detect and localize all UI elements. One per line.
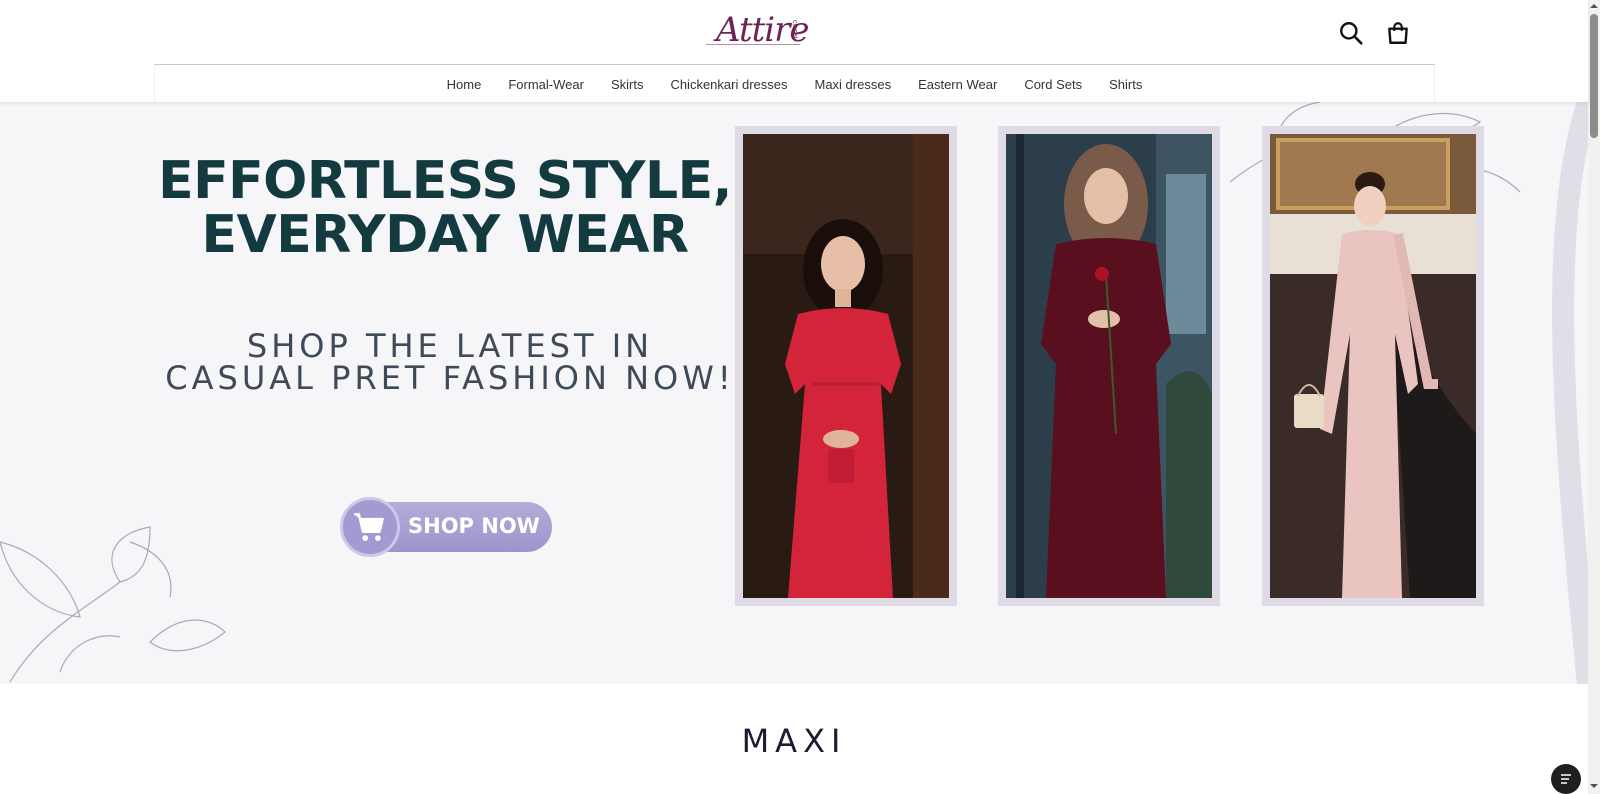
nav-item-formal-wear[interactable]: Formal-Wear xyxy=(508,77,584,92)
hero-banner[interactable]: EFFORTLESS STYLE, EVERYDAY WEAR SHOP THE… xyxy=(0,102,1588,684)
nav-item-eastern-wear[interactable]: Eastern Wear xyxy=(918,77,997,92)
hero-photo-frame-3[interactable] xyxy=(1262,126,1484,606)
model-photo-burgundy-dress-image xyxy=(1006,134,1212,598)
shopping-bag-icon xyxy=(1388,22,1408,44)
nav-item-home[interactable]: Home xyxy=(447,77,482,92)
cart-icon xyxy=(354,513,384,541)
hero-photo-frame-2[interactable] xyxy=(998,126,1220,606)
header-divider xyxy=(154,64,1435,65)
hero-subtitle-line-1: SHOP THE LATEST IN xyxy=(246,327,654,365)
shop-now-button[interactable]: SHOP NOW xyxy=(340,497,554,557)
floating-widget-button[interactable] xyxy=(1551,764,1581,794)
nav-item-maxi-dresses[interactable]: Maxi dresses xyxy=(814,77,891,92)
logo-subtext: closet xyxy=(791,20,798,39)
search-button[interactable] xyxy=(1338,20,1364,46)
hero-title: EFFORTLESS STYLE, EVERYDAY WEAR xyxy=(150,154,740,262)
section-title-maxi: MAXI xyxy=(741,722,847,760)
hero-title-line-2: EVERYDAY WEAR xyxy=(201,205,690,265)
nav-item-skirts[interactable]: Skirts xyxy=(611,77,644,92)
model-photo-burgundy-dress xyxy=(1006,134,1212,598)
leaf-decoration-right-edge xyxy=(1552,102,1588,684)
filter-list-icon xyxy=(1561,774,1571,784)
shop-now-icon-circle xyxy=(340,497,400,557)
site-header: Attire closet Home Formal-Wear Skirts Ch… xyxy=(0,0,1588,102)
model-photo-red-dress xyxy=(743,134,949,598)
nav-item-shirts[interactable]: Shirts xyxy=(1109,77,1142,92)
scroll-up-arrow-icon[interactable] xyxy=(1590,2,1598,10)
model-photo-pink-dress xyxy=(1270,134,1476,598)
scrollbar-thumb[interactable] xyxy=(1590,14,1598,138)
scroll-down-arrow-icon[interactable] xyxy=(1590,782,1598,790)
logo-underline xyxy=(706,44,800,45)
hero-subtitle: SHOP THE LATEST IN CASUAL PRET FASHION N… xyxy=(150,330,750,394)
nav-item-cord-sets[interactable]: Cord Sets xyxy=(1024,77,1082,92)
model-photo-red-dress-image xyxy=(743,134,949,598)
site-logo[interactable]: Attire closet xyxy=(706,8,810,52)
page-scrollbar[interactable] xyxy=(1588,0,1600,794)
hero-photo-frame-1[interactable] xyxy=(735,126,957,606)
model-photo-pink-dress-image xyxy=(1270,134,1476,598)
nav-item-chickenkari-dresses[interactable]: Chickenkari dresses xyxy=(670,77,787,92)
main-nav: Home Formal-Wear Skirts Chickenkari dres… xyxy=(154,66,1435,102)
cart-button[interactable] xyxy=(1385,20,1411,46)
search-icon xyxy=(1340,22,1363,45)
hero-title-line-1: EFFORTLESS STYLE, xyxy=(158,151,732,211)
hero-subtitle-line-2: CASUAL PRET FASHION NOW! xyxy=(165,359,735,397)
shop-now-label: SHOP NOW xyxy=(408,514,540,538)
leaf-decoration-bottom-left xyxy=(0,526,226,683)
